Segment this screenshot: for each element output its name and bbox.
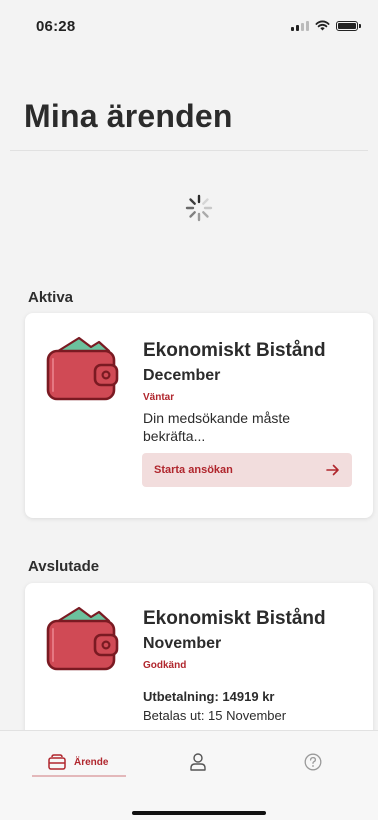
tab-profile[interactable]: [190, 747, 206, 777]
start-application-button[interactable]: Starta ansökan: [142, 453, 352, 487]
section-label-active: Aktiva: [28, 289, 74, 306]
active-tab-indicator: [32, 775, 126, 777]
status-icons: [291, 20, 361, 31]
payout-date: Betalas ut: 15 November: [143, 708, 287, 723]
payout-amount: Utbetalning: 14919 kr: [143, 689, 275, 704]
case-title: Ekonomiskt Bistånd: [143, 608, 326, 629]
wallet-icon: [46, 606, 119, 671]
status-bar: 06:28: [0, 0, 378, 48]
header-divider: [10, 150, 368, 151]
wallet-icon: [46, 336, 119, 401]
case-card-active[interactable]: Ekonomiskt Bistånd December Väntar Din m…: [25, 313, 373, 518]
cellular-signal-icon: [291, 20, 309, 31]
battery-icon: [336, 20, 361, 31]
tab-arende[interactable]: Ärende: [48, 747, 108, 777]
case-title: Ekonomiskt Bistånd: [143, 340, 326, 361]
case-card-closed[interactable]: Ekonomiskt Bistånd November Godkänd Utbe…: [25, 583, 373, 743]
wifi-icon: [315, 20, 330, 31]
case-month: November: [143, 635, 222, 652]
section-label-closed: Avslutade: [28, 558, 100, 575]
case-month: December: [143, 367, 221, 384]
case-description: Din medsökande måste bekräfta...: [143, 410, 291, 444]
start-application-label: Starta ansökan: [154, 464, 233, 476]
profile-icon: [190, 753, 206, 771]
case-icon: [48, 754, 66, 770]
status-badge: Väntar: [143, 392, 175, 403]
home-indicator: [132, 811, 266, 815]
status-time: 06:28: [36, 18, 76, 35]
tab-help[interactable]: [304, 747, 322, 777]
status-badge: Godkänd: [143, 660, 187, 671]
help-icon: [304, 753, 322, 771]
page-title: Mina ärenden: [24, 98, 233, 134]
tab-bar: Ärende: [0, 730, 378, 820]
tab-arende-label: Ärende: [74, 756, 109, 768]
loading-spinner-icon: [185, 194, 213, 222]
arrow-right-icon: [326, 464, 339, 476]
